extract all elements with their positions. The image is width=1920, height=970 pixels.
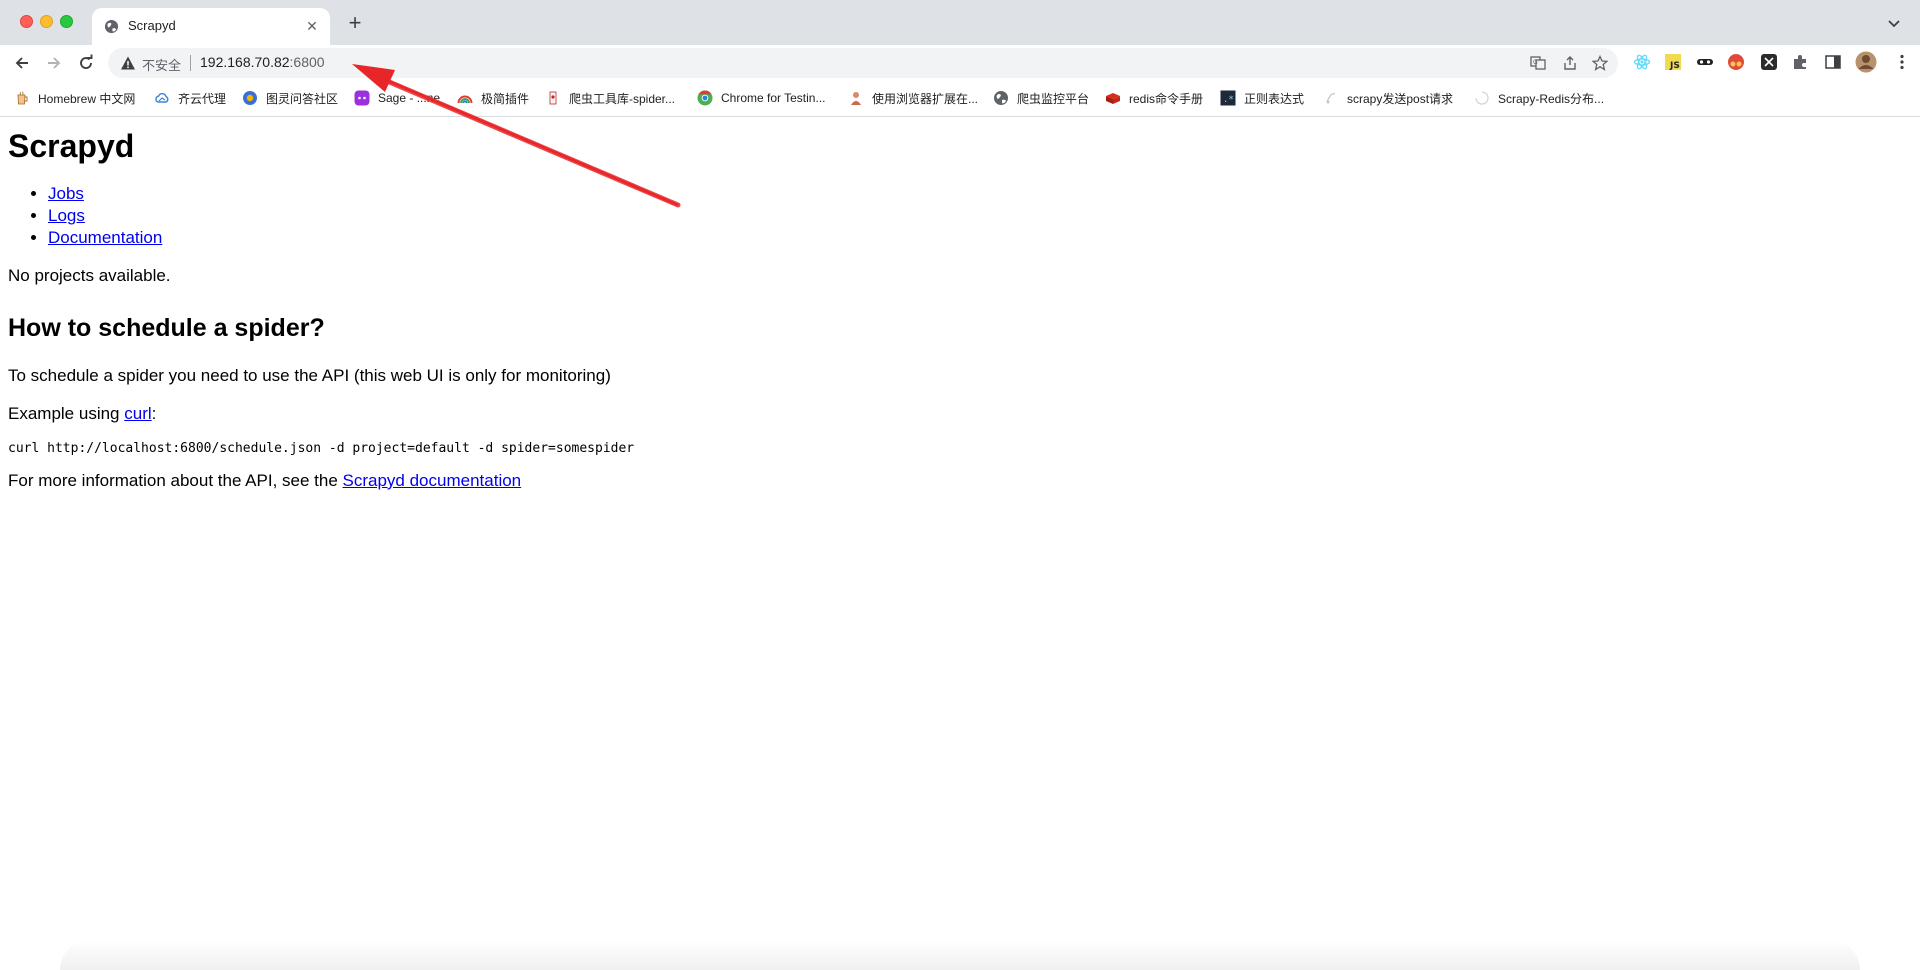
security-label[interactable]: 不安全 — [142, 55, 181, 74]
zoom-window-button[interactable] — [60, 15, 73, 28]
page-title: Scrapyd — [8, 128, 135, 164]
bookmark-item[interactable]: 爬虫工具库-spider... — [545, 88, 675, 108]
back-icon[interactable] — [12, 53, 32, 73]
puzzle-icon[interactable] — [1791, 53, 1809, 71]
mask-extension-icon[interactable] — [1696, 53, 1714, 71]
schedule-text: To schedule a spider you need to use the… — [8, 365, 611, 385]
scrapy-icon — [1326, 92, 1336, 104]
bookmark-item[interactable]: Scrapy-Redis分布... — [1474, 88, 1604, 108]
bookmark-label: Homebrew 中文网 — [38, 91, 136, 106]
page-content: Scrapyd Jobs Logs Documentation No proje… — [0, 118, 1920, 970]
tab-close-icon[interactable]: ✕ — [304, 18, 320, 34]
bookmark-label: 爬虫监控平台 — [1017, 91, 1090, 106]
minimize-window-button[interactable] — [40, 15, 53, 28]
url-port: :6800 — [289, 54, 325, 70]
avatar[interactable] — [1855, 51, 1877, 73]
nav-item-documentation: Documentation — [48, 227, 1912, 249]
x-extension-icon[interactable] — [1760, 53, 1778, 71]
side-panel-icon[interactable] — [1824, 53, 1842, 71]
bookmark-item[interactable]: .* 正则表达式 — [1220, 88, 1304, 108]
nav-item-jobs: Jobs — [48, 183, 1912, 205]
tampermonkey-icon[interactable] — [1727, 53, 1745, 71]
bookmark-item[interactable]: 图灵问答社区 — [242, 88, 338, 108]
jobs-link[interactable]: Jobs — [48, 184, 84, 203]
browser-window: Scrapyd ✕ + 不安全 192.168.70.82:6800 G JS … — [0, 0, 1920, 970]
nav-item-logs: Logs — [48, 205, 1912, 227]
loading-icon — [1475, 91, 1489, 105]
svg-text:G: G — [1533, 59, 1538, 66]
rainbow-icon — [457, 95, 473, 104]
bookmark-label: Chrome for Testin... — [721, 91, 826, 105]
bookmark-label: 齐云代理 — [178, 91, 227, 106]
globe-icon — [994, 91, 1008, 105]
more-info-paragraph: For more information about the API, see … — [8, 470, 1912, 492]
spider-icon — [549, 91, 557, 105]
cloud-icon — [155, 93, 169, 103]
regex-icon: .* — [1220, 90, 1236, 106]
example-suffix: : — [151, 403, 157, 423]
bookmark-star-icon[interactable] — [1592, 55, 1608, 71]
bookmark-label: scrapy发送post请求 — [1347, 91, 1454, 106]
new-tab-button[interactable]: + — [344, 12, 366, 35]
js-extension-icon[interactable]: JS — [1664, 53, 1682, 71]
bookmark-label: 正则表达式 — [1244, 91, 1305, 106]
curl-command: curl http://localhost:6800/schedule.json… — [8, 440, 635, 456]
window-bottom-shadow — [60, 940, 1860, 970]
translate-icon[interactable]: G — [1530, 55, 1546, 71]
bookmark-label: 图灵问答社区 — [266, 91, 339, 106]
bookmark-item[interactable]: redis命令手册 — [1105, 88, 1203, 108]
tab-scrapyd[interactable]: Scrapyd ✕ — [92, 8, 330, 45]
bookmark-label: 爬虫工具库-spider... — [569, 91, 676, 106]
bookmark-item[interactable]: 极简插件 — [457, 88, 529, 108]
more-menu-icon[interactable] — [1893, 53, 1911, 71]
example-prefix: Example using — [8, 403, 125, 423]
redis-icon — [1106, 93, 1120, 104]
bookmarks-bar: Homebrew 中文网 齐云代理 图灵问答社区 Sage - ...ne 极简… — [0, 81, 1920, 117]
svg-text:JS: JS — [1669, 61, 1680, 71]
no-projects-text: No projects available. — [8, 265, 171, 285]
documentation-link[interactable]: Documentation — [48, 228, 162, 247]
curl-link[interactable]: curl — [124, 404, 151, 423]
more-info-prefix: For more information about the API, see … — [8, 470, 343, 490]
bookmark-item[interactable]: Chrome for Testin... — [697, 88, 825, 108]
react-devtools-icon[interactable] — [1633, 53, 1651, 71]
svg-text:.*: .* — [1223, 95, 1234, 105]
bookmark-item[interactable]: 爬虫监控平台 — [993, 88, 1089, 108]
chrome-icon — [697, 90, 713, 106]
warning-icon[interactable] — [120, 55, 136, 71]
sage-icon — [354, 90, 370, 106]
bookmark-label: Scrapy-Redis分布... — [1498, 91, 1605, 106]
bookmark-label: 极简插件 — [481, 91, 530, 106]
example-paragraph: Example using curl: — [8, 403, 1912, 425]
bookmark-label: redis命令手册 — [1129, 91, 1204, 106]
close-window-button[interactable] — [20, 15, 33, 28]
url-host: 192.168.70.82 — [200, 54, 290, 70]
toolbar: 不安全 192.168.70.82:6800 G JS — [0, 45, 1920, 81]
nav-list: Jobs Logs Documentation — [8, 183, 1912, 249]
forward-icon[interactable] — [44, 53, 64, 73]
bookmark-item[interactable]: 使用浏览器扩展在... — [848, 88, 978, 108]
url-text[interactable]: 192.168.70.82:6800 — [200, 54, 325, 70]
tab-strip: Scrapyd ✕ + — [0, 0, 1920, 45]
bookmark-item[interactable]: Homebrew 中文网 — [14, 88, 135, 108]
share-icon[interactable] — [1562, 55, 1578, 71]
tab-title: Scrapyd — [128, 18, 176, 33]
scrapyd-documentation-link[interactable]: Scrapyd documentation — [343, 471, 522, 490]
reload-icon[interactable] — [76, 53, 96, 73]
tab-search-chevron-icon[interactable] — [1886, 15, 1902, 31]
person-icon — [851, 92, 861, 105]
bookmark-item[interactable]: Sage - ...ne — [354, 88, 440, 108]
logs-link[interactable]: Logs — [48, 206, 85, 225]
schedule-heading: How to schedule a spider? — [8, 313, 325, 342]
turing-icon — [243, 91, 257, 105]
bookmark-label: Sage - ...ne — [378, 91, 441, 105]
globe-icon — [104, 19, 119, 34]
bookmark-label: 使用浏览器扩展在... — [872, 91, 979, 106]
bookmark-item[interactable]: scrapy发送post请求 — [1323, 88, 1453, 108]
homebrew-icon — [17, 91, 28, 105]
address-bar[interactable]: 不安全 192.168.70.82:6800 G — [108, 48, 1618, 78]
bookmark-item[interactable]: 齐云代理 — [154, 88, 226, 108]
divider — [190, 55, 191, 71]
